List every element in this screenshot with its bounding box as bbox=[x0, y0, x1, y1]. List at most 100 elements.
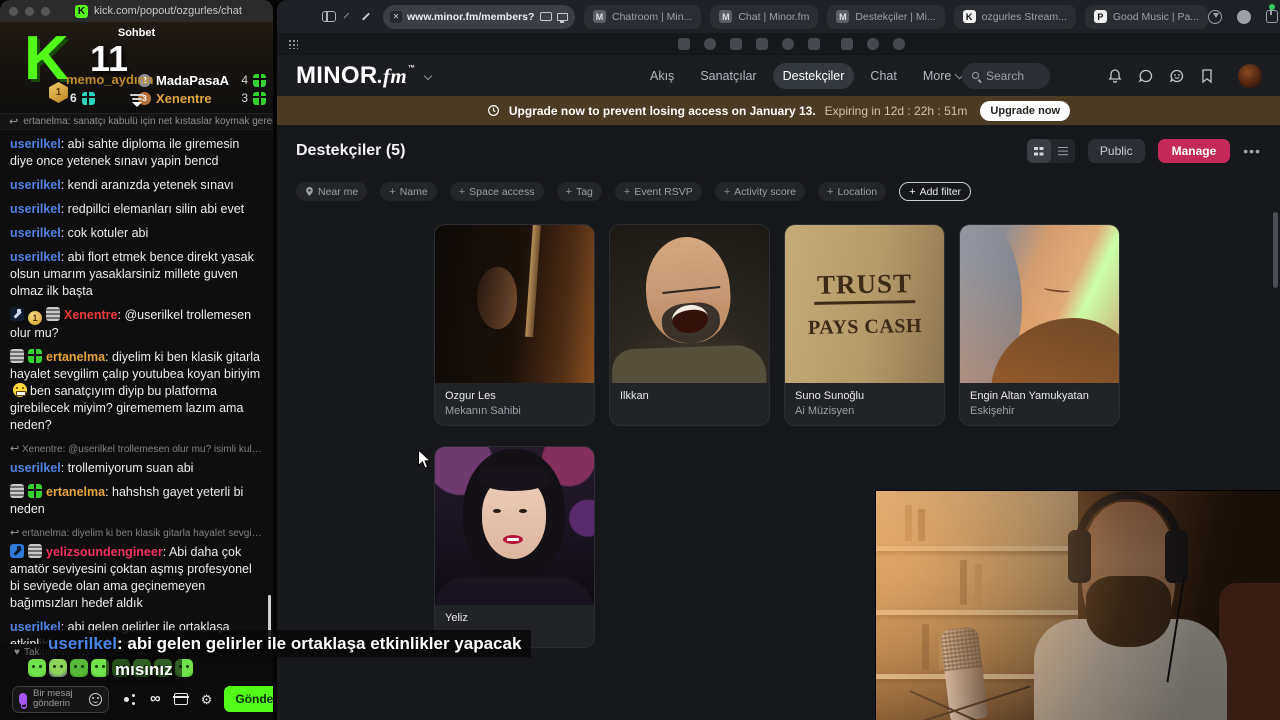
chat-message[interactable]: 1 Xenentre: @userilkel trollemesen olur m… bbox=[10, 307, 263, 342]
extension-icon[interactable] bbox=[678, 38, 690, 50]
traffic-light-minimize[interactable] bbox=[25, 6, 34, 16]
site-logo[interactable]: MINOR .fm ™ bbox=[296, 62, 415, 90]
chat-username[interactable]: yelizsoundengineer bbox=[46, 545, 163, 559]
bell-icon[interactable] bbox=[1107, 68, 1123, 84]
nav-item-akis[interactable]: Akış bbox=[640, 63, 684, 89]
browser-tab[interactable]: M Destekçiler | Mi... bbox=[827, 4, 945, 29]
more-options-icon[interactable]: ••• bbox=[1243, 143, 1261, 159]
filter-activity-score[interactable]: + Activity score bbox=[714, 182, 806, 201]
upgrade-now-button[interactable]: Upgrade now bbox=[980, 100, 1071, 121]
list-view-button[interactable] bbox=[1051, 139, 1075, 163]
chat-username[interactable]: ertanelma bbox=[46, 350, 105, 364]
chat-message[interactable]: ertanelma: hahshsh gayet yeterli bi nede… bbox=[10, 484, 263, 518]
filter-tag[interactable]: + Tag bbox=[556, 182, 602, 201]
chat-username[interactable]: userilkel bbox=[10, 461, 61, 475]
leaderboard-row[interactable]: 3 Xenentre 3 bbox=[138, 89, 266, 107]
emote-icon[interactable] bbox=[28, 659, 46, 677]
camera-permission-icon[interactable] bbox=[540, 12, 552, 21]
address-bar[interactable]: ✕ www.minor.fm/members?page=1 bbox=[383, 4, 575, 29]
browser-tab[interactable]: K ozgurles Stream... bbox=[953, 4, 1076, 29]
chat-message[interactable]: ↩ ertanelma: diyelim ki ben klasik gitar… bbox=[10, 525, 263, 612]
emote-icon[interactable] bbox=[49, 659, 67, 677]
extension-icon[interactable] bbox=[756, 38, 768, 50]
extension-icon[interactable] bbox=[893, 38, 905, 50]
gear-icon[interactable]: ⚙ bbox=[201, 693, 213, 706]
sidebar-toggle-icon[interactable] bbox=[322, 11, 336, 22]
downloads-icon[interactable] bbox=[1208, 9, 1223, 24]
extension-icon[interactable] bbox=[808, 38, 820, 50]
extension-icon[interactable] bbox=[841, 38, 853, 50]
filter-space-access[interactable]: + Space access bbox=[449, 182, 544, 201]
chevron-down-icon[interactable] bbox=[343, 12, 350, 18]
member-card[interactable]: Ozgur Les Mekanın Sahibi bbox=[435, 225, 594, 425]
chat-message[interactable]: userilkel: kendi aranızda yetenek sınavı bbox=[10, 177, 263, 194]
chat-message[interactable]: ↩ Xenentre: @userilkel trollemesen olur … bbox=[10, 441, 263, 477]
extension-icon[interactable] bbox=[782, 38, 794, 50]
chat-username[interactable]: userilkel bbox=[10, 250, 61, 264]
add-filter-button[interactable]: + Add filter bbox=[899, 182, 972, 201]
chat-username[interactable]: ertanelma bbox=[46, 485, 105, 499]
chat-message[interactable]: userilkel: abi sahte diploma ile giremes… bbox=[10, 136, 263, 170]
filter-event-rsvp[interactable]: + Event RSVP bbox=[614, 182, 702, 201]
chat-bubble-icon[interactable] bbox=[1138, 68, 1154, 84]
extension-icon[interactable] bbox=[704, 38, 716, 50]
emote-menu-icon[interactable] bbox=[123, 692, 137, 706]
plus-icon: + bbox=[723, 185, 731, 198]
member-card[interactable]: Engin Altan Yamukyatan Eskişehir bbox=[960, 225, 1119, 425]
nav-item-sanatcilar[interactable]: Sanatçılar bbox=[690, 63, 766, 89]
filter-location[interactable]: + Location bbox=[818, 182, 887, 201]
chat-message[interactable]: userilkel: cok kotuler abi bbox=[10, 225, 263, 242]
traffic-light-close[interactable] bbox=[9, 6, 18, 16]
chat-username[interactable]: userilkel bbox=[10, 137, 61, 151]
emote-icon[interactable] bbox=[70, 659, 88, 677]
back-icon[interactable] bbox=[362, 12, 370, 21]
grid-view-button[interactable] bbox=[1026, 139, 1051, 163]
chat-username[interactable]: userilkel bbox=[10, 226, 61, 240]
message-input[interactable]: Bir mesaj gönderin bbox=[12, 685, 109, 713]
filter-name[interactable]: + Name bbox=[380, 182, 437, 201]
browser-tab[interactable]: M Chatroom | Min... bbox=[584, 4, 702, 29]
emoji-picker-icon[interactable] bbox=[89, 692, 102, 706]
chat-message-list[interactable]: userilkel: abi sahte diploma ile giremes… bbox=[0, 131, 273, 644]
chat-username[interactable]: Xenentre bbox=[64, 308, 118, 322]
filter-near-me[interactable]: Near me bbox=[296, 182, 368, 201]
browser-tab[interactable]: M Chat | Minor.fm bbox=[710, 4, 819, 29]
share-icon[interactable] bbox=[1266, 7, 1279, 23]
leaderboard-row[interactable]: 2 MadaPasaA 4 bbox=[138, 71, 266, 89]
nav-item-chat[interactable]: Chat bbox=[860, 63, 906, 89]
apps-grid-icon[interactable] bbox=[288, 39, 298, 49]
manage-button[interactable]: Manage bbox=[1157, 139, 1231, 163]
traffic-light-zoom[interactable] bbox=[41, 6, 50, 16]
reader-mode-icon[interactable] bbox=[557, 12, 568, 23]
collapse-leaderboard-button[interactable] bbox=[129, 94, 145, 107]
browser-tab[interactable]: P Good Music | Pa... bbox=[1084, 4, 1209, 29]
extension-icon[interactable] bbox=[867, 38, 879, 50]
chat-message[interactable]: userilkel: redpillci elemanları silin ab… bbox=[10, 201, 263, 218]
chat-message[interactable]: userilkel: abi flort etmek bence direkt … bbox=[10, 249, 263, 300]
smiley-bubble-icon[interactable] bbox=[1169, 68, 1185, 84]
member-card[interactable]: Yeliz bbox=[435, 447, 594, 647]
chat-username[interactable]: userilkel bbox=[10, 202, 61, 216]
adblock-icon[interactable] bbox=[1237, 9, 1252, 24]
send-button[interactable]: Gönder bbox=[224, 686, 273, 712]
member-card[interactable]: Ilkkan bbox=[610, 225, 769, 425]
member-name: Engin Altan Yamukyatan bbox=[970, 390, 1089, 402]
avatar[interactable] bbox=[1238, 63, 1262, 88]
pinned-message-bar[interactable]: ↩ ertanelma: sanatçı kabulü için net kıs… bbox=[0, 113, 273, 130]
reply-context[interactable]: ↩ ertanelma: diyelim ki ben klasik gitar… bbox=[10, 525, 263, 542]
search-input[interactable]: Search bbox=[962, 62, 1050, 89]
chat-username[interactable]: userilkel bbox=[10, 178, 61, 192]
member-card[interactable]: TRUST PAYS CASH Suno Sunoğlu Ai Müzisyen bbox=[785, 225, 944, 425]
nav-item-destekciler[interactable]: Destekçiler bbox=[772, 62, 855, 89]
page-scrollbar[interactable] bbox=[1273, 212, 1278, 288]
blocker-icon[interactable]: ✕ bbox=[390, 10, 402, 23]
bookmark-icon[interactable] bbox=[1200, 68, 1214, 84]
infinity-icon[interactable]: ∞ bbox=[150, 691, 161, 706]
chevron-down-icon[interactable] bbox=[424, 71, 433, 80]
microphone-icon[interactable] bbox=[19, 693, 27, 709]
chat-message[interactable]: ertanelma: diyelim ki ben klasik gitarla… bbox=[10, 349, 263, 434]
reply-context[interactable]: ↩ Xenentre: @userilkel trollemesen olur … bbox=[10, 441, 263, 458]
public-button[interactable]: Public bbox=[1087, 139, 1145, 163]
gift-sub-icon[interactable] bbox=[172, 693, 189, 705]
extension-icon[interactable] bbox=[730, 38, 742, 50]
